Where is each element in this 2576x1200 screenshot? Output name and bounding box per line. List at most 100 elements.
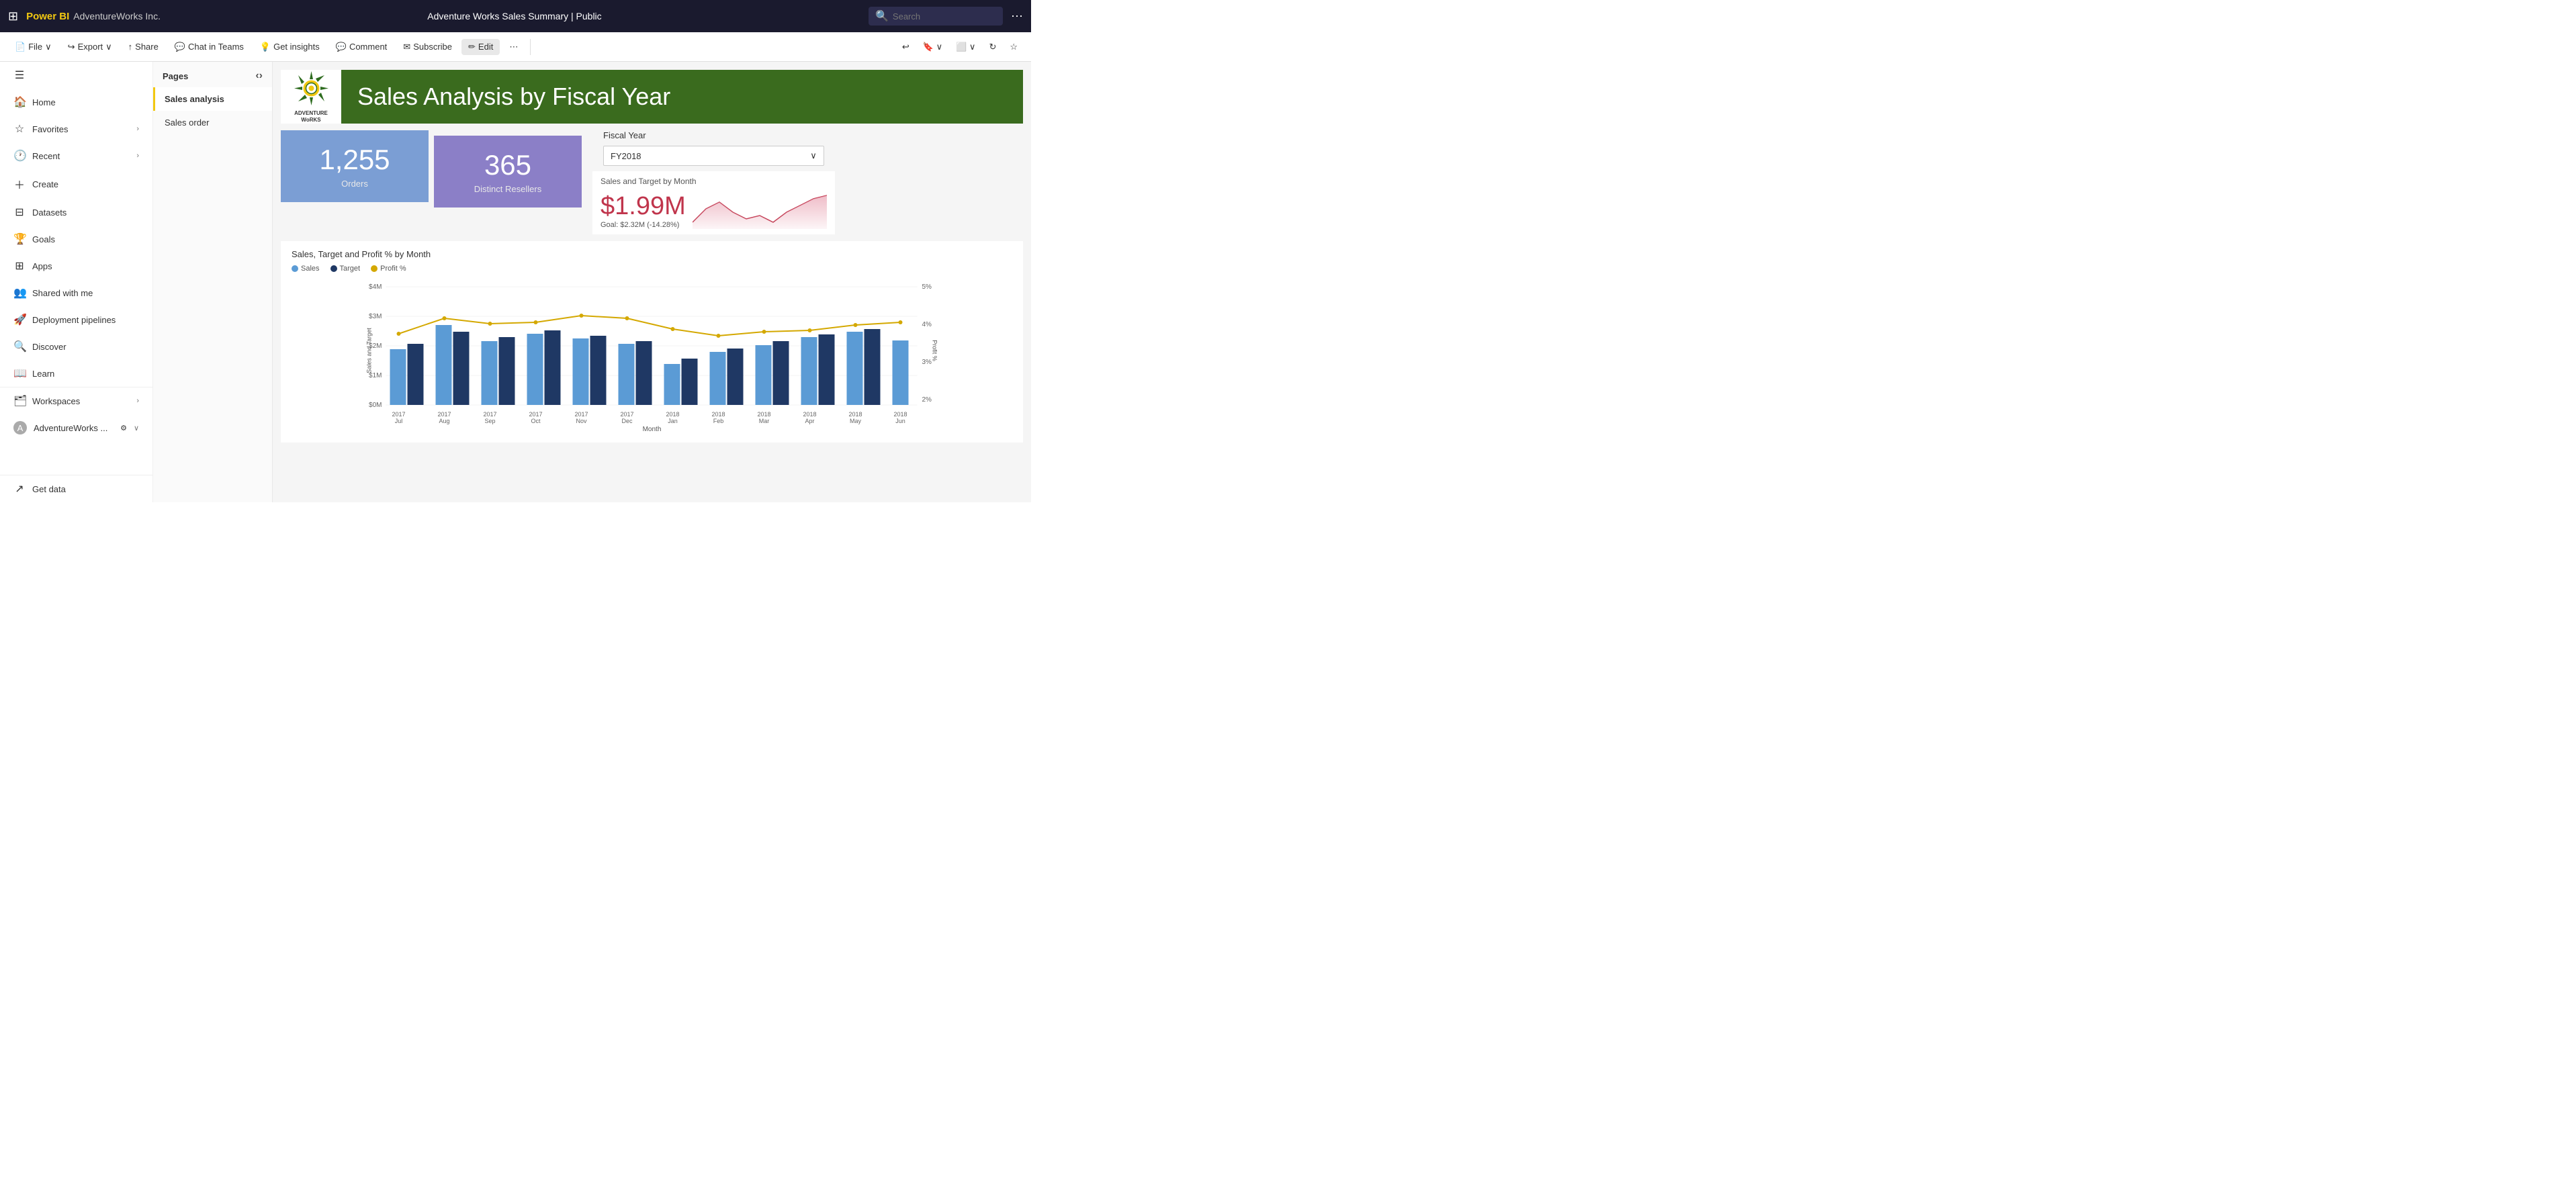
bar-sales-11 <box>847 332 863 405</box>
fiscal-year-value: FY2018 <box>611 151 641 161</box>
fit-button[interactable]: ⬜ ∨ <box>950 39 981 55</box>
svg-text:2%: 2% <box>922 396 932 404</box>
sidebar-item-learn[interactable]: 📖 Learn <box>0 360 152 387</box>
bar-target-9 <box>773 341 789 405</box>
svg-text:Jun: Jun <box>895 418 905 424</box>
sales-goal: Goal: $2.32M (-14.28%) <box>601 221 686 229</box>
insights-button[interactable]: 💡 Get insights <box>253 39 326 55</box>
profit-dot-8 <box>717 334 721 338</box>
subscribe-icon: ✉ <box>403 42 410 52</box>
discover-icon: 🔍 <box>13 340 26 353</box>
svg-text:$3M: $3M <box>369 313 382 320</box>
bar-sales-6 <box>619 344 635 405</box>
sidebar-item-workspaces[interactable]: 🗂 Workspaces › <box>0 387 152 414</box>
undo-button[interactable]: ↩ <box>897 39 915 55</box>
svg-text:4%: 4% <box>922 321 932 328</box>
pages-title: Pages <box>163 71 188 81</box>
toolbar-right-actions: ↩ 🔖 ∨ ⬜ ∨ ↻ ☆ <box>897 39 1023 55</box>
adventure-works-logo: ADVENTUREWoRKS <box>293 70 330 123</box>
bar-target-4 <box>545 330 561 405</box>
bar-target-7 <box>682 359 698 405</box>
export-button[interactable]: ↪ Export ∨ <box>61 39 119 55</box>
getdata-icon: ↗ <box>13 482 26 496</box>
main-layout: ☰ 🏠 Home ☆ Favorites › 🕐 Recent › ＋ Crea… <box>0 62 1031 502</box>
file-chevron: ∨ <box>45 42 52 52</box>
subscribe-button[interactable]: ✉ Subscribe <box>396 39 459 55</box>
bar-sales-12 <box>893 340 909 405</box>
main-chart-svg: $4M $3M $2M $1M $0M 5% 4% 3% 2% <box>292 277 1012 431</box>
bar-sales-2 <box>436 325 452 405</box>
bar-target-1 <box>408 344 424 405</box>
svg-text:2017: 2017 <box>437 411 451 418</box>
sidebar-item-goals[interactable]: 🏆 Goals <box>0 226 152 252</box>
sales-value: $1.99M <box>601 192 686 221</box>
adventureworks-icon: A <box>13 421 27 434</box>
orders-value: 1,255 <box>297 144 412 176</box>
goals-icon: 🏆 <box>13 232 26 246</box>
bar-target-8 <box>727 349 744 405</box>
sidebar-hamburger[interactable]: ☰ <box>0 62 152 89</box>
profit-dot-3 <box>488 322 492 326</box>
waffle-icon[interactable]: ⊞ <box>8 9 18 24</box>
sparkline-svg <box>693 189 827 229</box>
svg-text:Nov: Nov <box>576 418 587 424</box>
recent-arrow: › <box>136 152 139 160</box>
bar-sales-10 <box>801 337 817 405</box>
brand: Power BI AdventureWorks Inc. <box>26 11 161 22</box>
orders-label: Orders <box>297 179 412 189</box>
star-button[interactable]: ☆ <box>1004 39 1023 55</box>
svg-text:Jul: Jul <box>395 418 403 424</box>
search-box[interactable]: 🔍 <box>869 7 1003 26</box>
svg-text:2017: 2017 <box>483 411 496 418</box>
bar-sales-4 <box>527 334 543 405</box>
edit-button[interactable]: ✏ Edit <box>461 39 500 55</box>
sidebar-item-shared[interactable]: 👥 Shared with me <box>0 279 152 306</box>
chat-teams-button[interactable]: 💬 Chat in Teams <box>168 39 251 55</box>
sidebar-item-recent[interactable]: 🕐 Recent › <box>0 142 152 169</box>
toolbar-more-button[interactable]: ⋯ <box>502 39 525 55</box>
resellers-value: 365 <box>450 149 566 181</box>
file-button[interactable]: 📄 File ∨ <box>8 39 58 55</box>
svg-text:2017: 2017 <box>529 411 542 418</box>
comment-button[interactable]: 💬 Comment <box>329 39 394 55</box>
profit-dot-11 <box>854 323 858 327</box>
sidebar-item-discover[interactable]: 🔍 Discover <box>0 333 152 360</box>
refresh-button[interactable]: ↻ <box>983 39 1002 55</box>
resellers-kpi: 365 Distinct Resellers <box>434 136 582 207</box>
profit-dot-9 <box>762 330 766 334</box>
recent-icon: 🕐 <box>13 149 26 163</box>
sidebar-item-datasets[interactable]: ⊟ Datasets <box>0 199 152 226</box>
top-more-icon[interactable]: ⋯ <box>1011 9 1023 24</box>
sidebar-item-apps[interactable]: ⊞ Apps <box>0 252 152 279</box>
bookmark-button[interactable]: 🔖 ∨ <box>918 39 948 55</box>
apps-icon: ⊞ <box>13 259 26 273</box>
svg-text:May: May <box>850 418 862 424</box>
share-button[interactable]: ↑ Share <box>122 39 165 54</box>
export-chevron: ∨ <box>105 42 112 52</box>
sidebar-item-pipelines[interactable]: 🚀 Deployment pipelines <box>0 306 152 333</box>
svg-text:$0M: $0M <box>369 402 382 409</box>
comment-icon: 💬 <box>336 42 347 52</box>
search-input[interactable] <box>893 11 987 21</box>
svg-text:2018: 2018 <box>711 411 725 418</box>
workspaces-arrow: › <box>136 397 139 405</box>
profit-dot-10 <box>808 328 812 332</box>
profit-dot-4 <box>534 320 538 324</box>
top-bar: ⊞ Power BI AdventureWorks Inc. Adventure… <box>0 0 1031 32</box>
target-legend-dot <box>330 265 337 272</box>
profit-dot-12 <box>899 320 903 324</box>
sales-target-label: Sales and Target by Month <box>601 177 827 186</box>
bar-target-2 <box>453 332 470 405</box>
svg-text:2017: 2017 <box>620 411 633 418</box>
fiscal-year-select[interactable]: FY2018 ∨ <box>603 146 824 166</box>
sidebar-item-home[interactable]: 🏠 Home <box>0 89 152 116</box>
sidebar-item-create[interactable]: ＋ Create <box>0 169 152 199</box>
page-item-sales-analysis[interactable]: Sales analysis <box>153 87 272 111</box>
shared-icon: 👥 <box>13 286 26 299</box>
sidebar-item-getdata[interactable]: ↗ Get data <box>0 475 152 502</box>
sidebar-item-favorites[interactable]: ☆ Favorites › <box>0 116 152 142</box>
sidebar-item-adventureworks[interactable]: A AdventureWorks ... ⚙ ∨ <box>0 414 152 441</box>
create-icon: ＋ <box>13 176 26 192</box>
pages-collapse-button[interactable]: ‹› <box>255 70 263 82</box>
page-item-sales-order[interactable]: Sales order <box>153 111 272 134</box>
